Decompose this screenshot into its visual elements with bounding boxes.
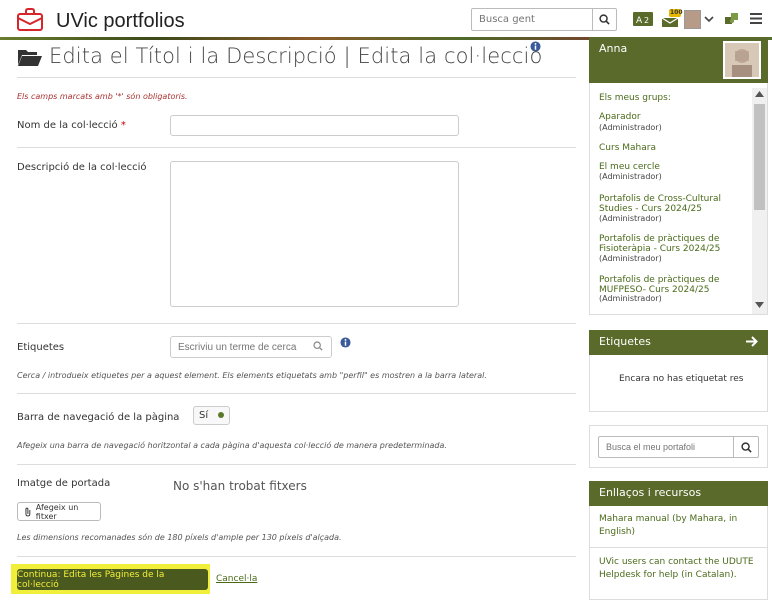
info-icon[interactable]	[530, 41, 541, 52]
links-panel-title: Enllaços i recursos	[599, 486, 702, 499]
hamburger-menu-icon[interactable]	[749, 12, 762, 25]
tags-panel-header[interactable]: Etiquetes	[589, 330, 768, 355]
resource-link[interactable]: UVic users can contact the UDUTE Helpdes…	[599, 556, 759, 582]
tags-empty-text: Encara no has etiquetat res	[619, 374, 744, 384]
group-link[interactable]: Aparador	[599, 112, 739, 122]
people-search-input[interactable]	[471, 8, 593, 31]
divider	[17, 464, 576, 465]
tags-panel-title: Etiquetes	[599, 335, 651, 348]
scroll-up-icon[interactable]	[755, 91, 764, 97]
tags-hint: Cerca / introdueix etiquetes per a aques…	[17, 371, 487, 380]
cover-image-label: Imatge de portada	[17, 478, 111, 489]
search-icon	[599, 14, 610, 25]
search-icon	[313, 341, 323, 351]
paperclip-icon	[25, 507, 31, 516]
group-role: (Administrador)	[599, 254, 662, 263]
group-link[interactable]: Curs Mahara	[599, 143, 739, 153]
collection-name-label-text: Nom de la col·lecció	[17, 120, 118, 131]
description-textarea[interactable]	[170, 161, 459, 307]
tags-search-input[interactable]	[170, 336, 332, 358]
no-files-message: No s'han trobat fitxers	[173, 479, 307, 493]
group-role: (Administrador)	[599, 294, 662, 303]
page-navigation-hint: Afegeix una barra de navegació horitzont…	[17, 441, 447, 450]
portfolio-search-input[interactable]	[598, 436, 734, 458]
user-avatar-menu[interactable]	[684, 10, 701, 29]
group-role: (Administrador)	[599, 123, 662, 132]
page-title: Edita el Títol i la Descripció | Edita l…	[49, 44, 543, 68]
collection-name-label: Nom de la col·lecció *	[17, 120, 126, 131]
group-link[interactable]: Portafolis de Cross-Cultural Studies - C…	[599, 194, 739, 214]
page-navigation-toggle[interactable]: Sí	[193, 406, 230, 425]
portfolio-logo-icon[interactable]	[16, 6, 44, 32]
people-search-button[interactable]	[592, 8, 617, 31]
folder-open-icon	[18, 50, 42, 66]
notification-count-badge: 100	[670, 9, 683, 16]
title-divider	[17, 77, 576, 78]
language-icon[interactable]: A2	[633, 11, 653, 27]
group-role: (Administrador)	[599, 214, 662, 223]
admin-puzzle-icon[interactable]	[724, 11, 740, 27]
tags-label: Etiquetes	[17, 342, 65, 353]
divider	[589, 547, 768, 548]
group-link[interactable]: Portafolis de pràctiques de Fisioteràpia…	[599, 234, 739, 254]
info-icon[interactable]	[340, 337, 351, 348]
continue-edit-pages-button[interactable]: Continua: Edita les Pàgines de la col·le…	[17, 569, 208, 590]
divider	[17, 556, 576, 557]
my-groups-heading: Els meus grups:	[599, 93, 671, 103]
chevron-down-icon[interactable]	[704, 14, 714, 24]
site-title[interactable]: UVic portfolios	[56, 10, 185, 33]
search-icon	[740, 441, 752, 453]
required-star: *	[120, 120, 126, 131]
divider	[17, 393, 576, 394]
divider	[17, 147, 576, 148]
required-fields-note: Els camps marcats amb '*' són obligatori…	[17, 92, 188, 101]
cancel-link[interactable]: Cancel·la	[216, 574, 257, 584]
svg-text:A: A	[636, 16, 643, 26]
svg-text:2: 2	[644, 16, 649, 25]
portfolio-search-button[interactable]	[733, 436, 759, 458]
scroll-down-icon[interactable]	[755, 302, 764, 308]
user-avatar[interactable]	[723, 41, 761, 79]
divider	[17, 323, 576, 324]
toggle-indicator	[218, 412, 224, 418]
page-navigation-label: Barra de navegació de la pàgina	[17, 412, 180, 423]
collection-name-input[interactable]	[170, 115, 459, 136]
links-panel-header: Enllaços i recursos	[589, 481, 768, 506]
user-name[interactable]: Anna	[599, 42, 627, 55]
toggle-label: Sí	[199, 410, 209, 421]
group-role: (Administrador)	[599, 172, 662, 181]
arrow-right-icon[interactable]	[746, 336, 758, 347]
resource-link[interactable]: Mahara manual (by Mahara, in English)	[599, 513, 759, 539]
cover-image-hint: Les dimensions recomanades són de 180 pí…	[17, 533, 342, 542]
add-file-label: Afegeix un fitxer	[35, 502, 79, 521]
group-link[interactable]: Portafolis de pràctiques de MUFPESO- Cur…	[599, 275, 739, 295]
add-file-button[interactable]: Afegeix un fitxer	[17, 502, 101, 521]
group-link[interactable]: El meu cercle	[599, 162, 739, 172]
groups-scrollbar-thumb[interactable]	[754, 104, 765, 210]
description-label: Descripció de la col·lecció	[17, 162, 147, 173]
